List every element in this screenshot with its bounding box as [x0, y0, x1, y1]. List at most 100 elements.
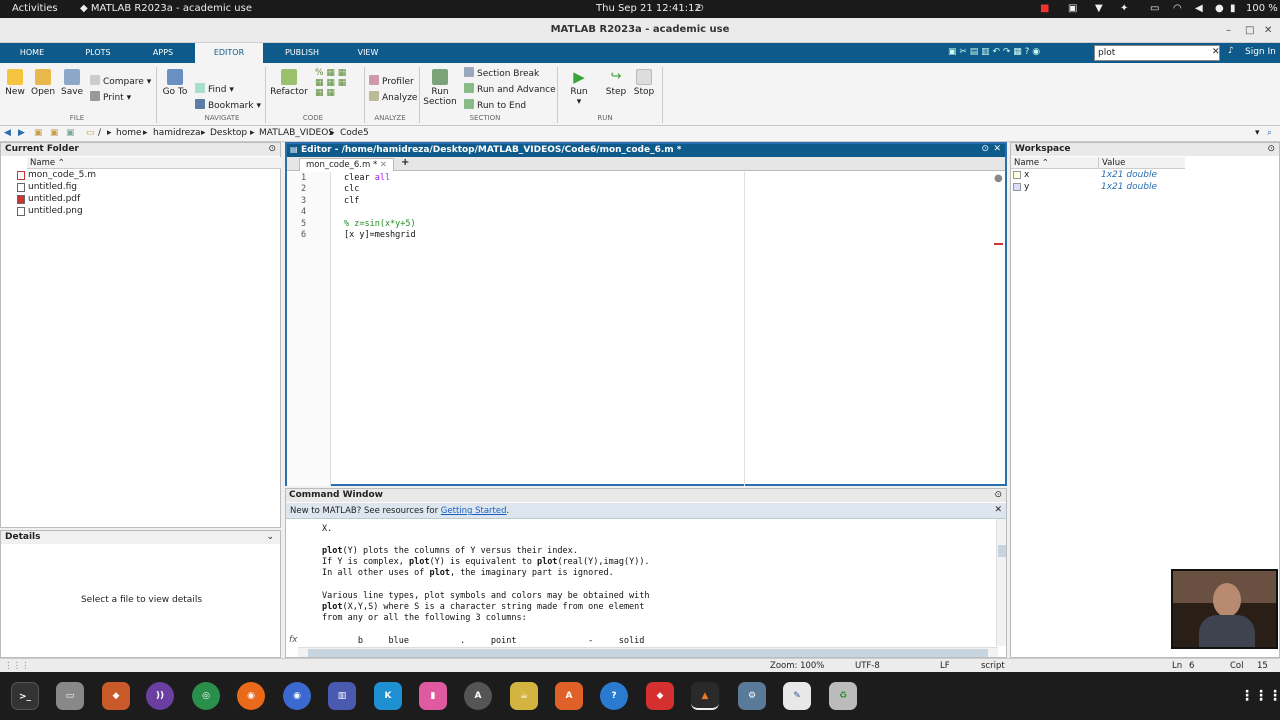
store-icon[interactable]: A	[555, 682, 583, 710]
app-indicator[interactable]: ◆ MATLAB R2023a - academic use	[80, 3, 252, 14]
settings-icon[interactable]: ⚙	[738, 682, 766, 710]
list-item[interactable]: untitled.fig	[17, 182, 77, 192]
tray-icon[interactable]: ▼	[1095, 3, 1103, 14]
save-button[interactable]: Save	[61, 69, 83, 97]
mic-icon[interactable]: ●	[1215, 3, 1224, 14]
tab-publish[interactable]: PUBLISH	[272, 43, 332, 63]
quick-access-icons[interactable]: ▣ ✂ ▤ ▥ ↶ ↷ ▦ ? ◉	[948, 47, 1040, 57]
browser-icon[interactable]: ◉	[283, 682, 311, 710]
run-button[interactable]: ▶ Run ▾	[566, 69, 592, 107]
clock[interactable]: Thu Sep 21 12:41:12	[596, 3, 701, 14]
tab-plots[interactable]: PLOTS	[74, 43, 122, 63]
software-icon[interactable]: A	[464, 682, 492, 710]
breadcrumb-item[interactable]: Code5	[340, 128, 369, 138]
terminal-icon[interactable]: >_	[11, 682, 39, 710]
close-icon[interactable]: ✕	[993, 144, 1001, 154]
pink-app-icon[interactable]: ▮	[419, 682, 447, 710]
code-line[interactable]: % z=sin(x*y+5)	[344, 219, 416, 229]
list-item[interactable]: untitled.png	[17, 206, 83, 216]
print-button[interactable]: Print ▾	[90, 91, 131, 103]
back-icon[interactable]: ◀	[4, 128, 11, 138]
reader-icon[interactable]: ▥	[328, 682, 356, 710]
error-marker[interactable]	[994, 243, 1003, 245]
minimize-icon[interactable]: –	[1226, 25, 1231, 36]
breadcrumb-item[interactable]: home	[116, 128, 142, 138]
bell-icon[interactable]: ♪	[1228, 46, 1234, 56]
browse-folder-icon[interactable]: ▣	[50, 128, 59, 138]
activities-button[interactable]: Activities	[12, 3, 58, 14]
search-input[interactable]: plot	[1094, 45, 1220, 61]
stop-button[interactable]: Stop	[631, 69, 657, 97]
horizontal-scrollbar[interactable]	[298, 647, 998, 657]
refresh-icon[interactable]: ▣	[66, 128, 75, 138]
warning-indicator-icon[interactable]: ●	[994, 173, 1003, 184]
battery-icon[interactable]: ▮	[1230, 3, 1236, 14]
profiler-button[interactable]: Profiler	[369, 75, 414, 87]
panel-menu-icon[interactable]: ⊙	[268, 144, 276, 154]
run-advance-button[interactable]: Run and Advance	[464, 83, 556, 95]
chrome-dev-icon[interactable]: ◎	[192, 682, 220, 710]
podcasts-icon[interactable]: ))	[146, 682, 174, 710]
compare-button[interactable]: Compare ▾	[90, 75, 151, 87]
up-folder-icon[interactable]: ▣	[34, 128, 43, 138]
list-item[interactable]: untitled.pdf	[17, 194, 80, 204]
breadcrumb-item[interactable]: MATLAB_VIDEOS	[259, 128, 334, 138]
open-button[interactable]: Open	[31, 69, 55, 97]
new-button[interactable]: New	[5, 69, 25, 97]
scrollbar-thumb[interactable]	[308, 649, 988, 657]
bookmark-button[interactable]: Bookmark ▾	[195, 99, 261, 111]
signin-link[interactable]: Sign In	[1245, 47, 1276, 57]
run-to-end-button[interactable]: Run to End	[464, 99, 526, 111]
close-icon[interactable]: ✕	[1264, 25, 1272, 36]
tab-home[interactable]: HOME	[8, 43, 56, 63]
volume-icon[interactable]: ◀	[1195, 3, 1203, 14]
list-item[interactable]: mon_code_5.m	[17, 170, 96, 180]
panel-menu-icon[interactable]: ⊙	[994, 490, 1002, 500]
getting-started-link[interactable]: Getting Started	[441, 506, 507, 516]
forward-icon[interactable]: ▶	[18, 128, 25, 138]
tab-view[interactable]: VIEW	[345, 43, 391, 63]
help-icon[interactable]: ?	[600, 682, 628, 710]
code-line[interactable]: clf	[344, 196, 359, 206]
trash-icon[interactable]: ♻	[829, 682, 857, 710]
analyze-button[interactable]: Analyze	[369, 91, 417, 103]
firefox-icon[interactable]: ◉	[237, 682, 265, 710]
table-row[interactable]: y 1x21 double	[1011, 182, 1280, 193]
column-header-name[interactable]: Name ⌃	[1011, 157, 1098, 169]
breadcrumb-item[interactable]: Desktop	[210, 128, 247, 138]
brave-icon[interactable]: ◆	[102, 682, 130, 710]
matlab-icon[interactable]: ▲	[691, 682, 719, 710]
column-header-value[interactable]: Value	[1098, 157, 1185, 169]
code-line[interactable]: [x y]=meshgrid	[344, 230, 416, 240]
kdenlive-icon[interactable]: K	[374, 682, 402, 710]
add-tab-button[interactable]: +	[401, 157, 409, 168]
scrollbar-thumb[interactable]	[998, 545, 1006, 557]
panel-menu-icon[interactable]: ⊙	[981, 144, 989, 154]
find-button[interactable]: Find ▾	[195, 83, 234, 95]
clear-search-icon[interactable]: ✕	[1212, 47, 1220, 57]
app-grid-icon[interactable]: ⋮⋮⋮	[1240, 682, 1280, 710]
panel-menu-icon[interactable]: ⊙	[1267, 144, 1275, 154]
code-tools-icons[interactable]: % ▦ ▦ ▦ ▦ ▦ ▦ ▦	[315, 68, 346, 98]
chevron-down-icon[interactable]: ⌄	[266, 532, 274, 542]
breadcrumb-root[interactable]: /	[98, 128, 101, 138]
files-icon[interactable]: ▭	[56, 682, 84, 710]
code-line[interactable]: clc	[344, 184, 359, 194]
chevron-down-icon[interactable]: ▾	[1255, 128, 1260, 138]
tab-editor[interactable]: EDITOR	[195, 43, 263, 63]
search-icon[interactable]: ⌕	[1267, 128, 1272, 138]
record-icon[interactable]: ■	[1040, 3, 1049, 14]
text-editor-icon[interactable]: ✎	[783, 682, 811, 710]
tea-icon[interactable]: ☕	[510, 682, 538, 710]
refactor-button[interactable]: Refactor	[270, 69, 308, 97]
anydesk-icon[interactable]: ◆	[646, 682, 674, 710]
column-header-name[interactable]: Name ⌃	[27, 157, 281, 169]
run-section-button[interactable]: Run Section	[423, 69, 457, 107]
code-line[interactable]: clear all	[344, 173, 390, 183]
command-window[interactable]: Command Window ⊙ New to MATLAB? See reso…	[285, 488, 1007, 658]
wifi-icon[interactable]: ◠	[1173, 3, 1182, 14]
table-row[interactable]: x 1x21 double	[1011, 170, 1280, 181]
step-button[interactable]: ↪ Step	[603, 69, 629, 97]
tab-file[interactable]: mon_code_6.m * ✕	[299, 158, 395, 171]
maximize-icon[interactable]: □	[1245, 25, 1254, 36]
